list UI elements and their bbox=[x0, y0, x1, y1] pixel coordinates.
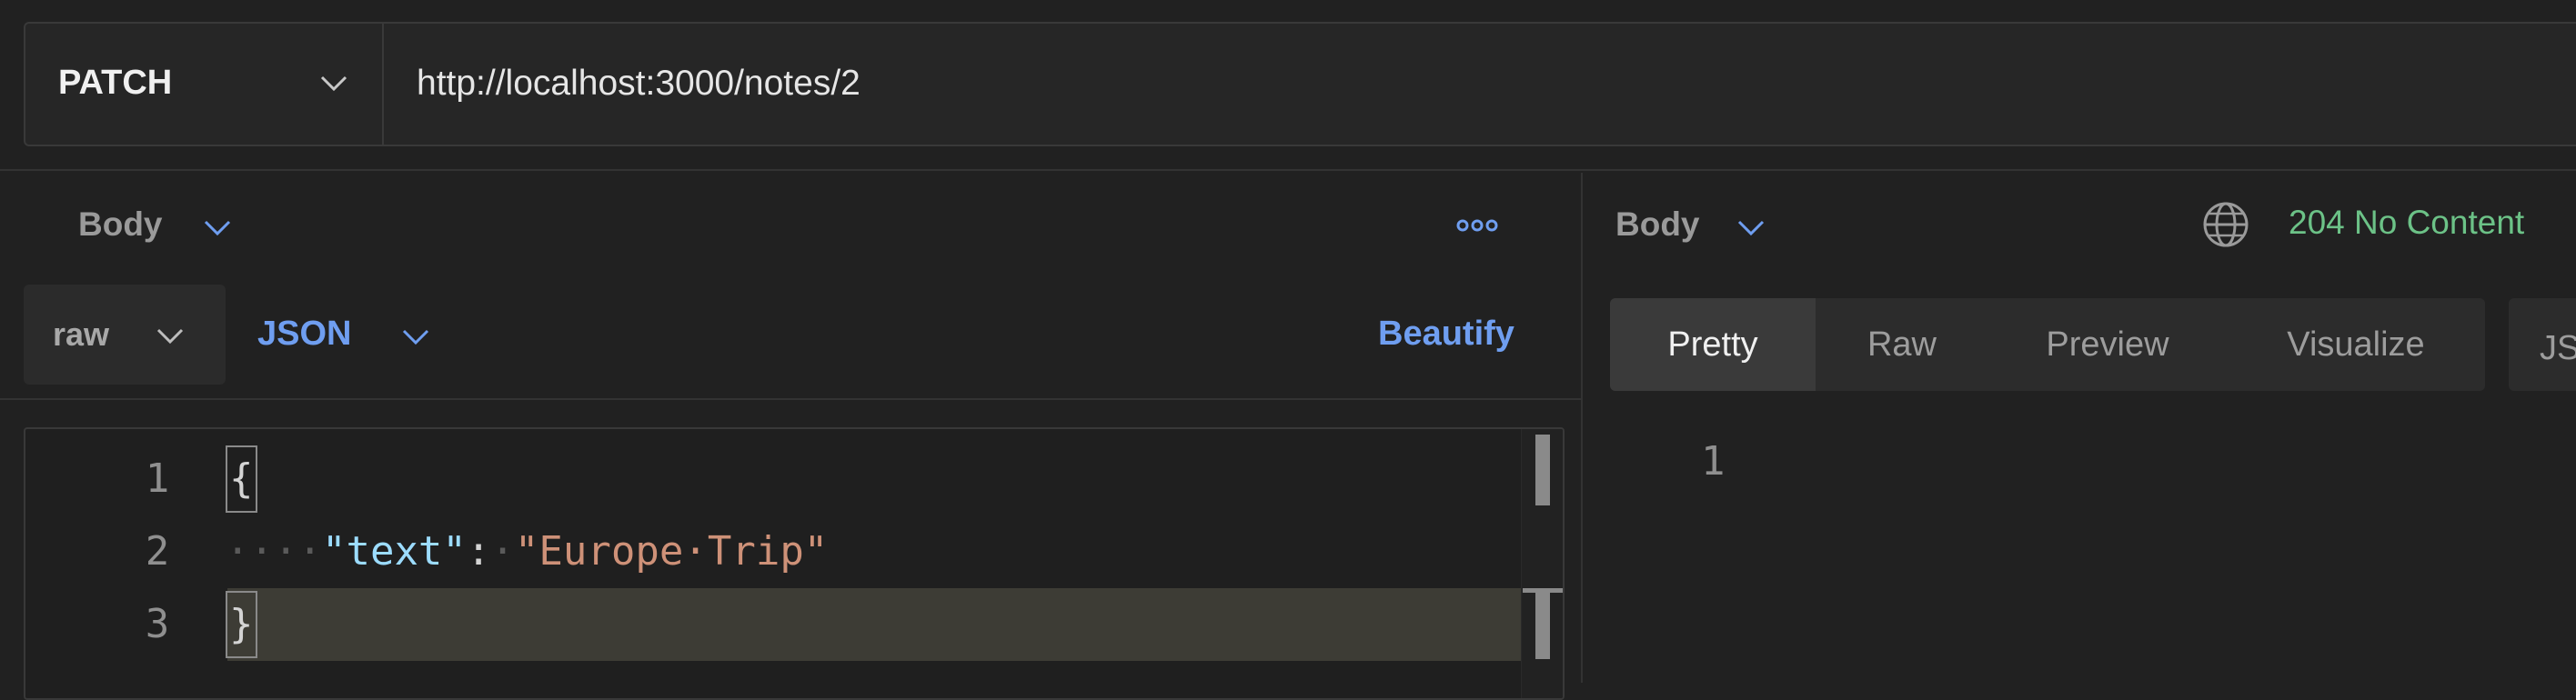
chevron-down-icon[interactable] bbox=[400, 327, 431, 347]
method-select[interactable]: PATCH bbox=[25, 24, 384, 145]
chevron-down-icon bbox=[156, 328, 184, 345]
chevron-down-icon[interactable] bbox=[202, 218, 233, 238]
globe-icon[interactable] bbox=[2201, 200, 2250, 249]
response-format-label: JS bbox=[2540, 329, 2576, 367]
chevron-down-icon bbox=[320, 75, 347, 92]
body-language-select[interactable]: JSON bbox=[257, 315, 351, 354]
tab-raw[interactable]: Raw bbox=[1816, 298, 1988, 391]
url-input[interactable]: http://localhost:3000/notes/2 bbox=[417, 64, 860, 104]
code-line: { bbox=[226, 443, 257, 515]
current-line-highlight bbox=[227, 588, 1546, 661]
json-colon: : bbox=[466, 528, 491, 575]
tab-visualize[interactable]: Visualize bbox=[2227, 298, 2485, 391]
request-body-label: Body bbox=[78, 205, 163, 243]
indent-whitespace: ···· bbox=[226, 528, 322, 575]
line-number: 1 bbox=[145, 455, 170, 502]
space-whitespace: · bbox=[490, 528, 515, 575]
response-body-label: Body bbox=[1615, 205, 1700, 243]
scrollbar-marker bbox=[1535, 588, 1550, 659]
code-line: } bbox=[226, 588, 257, 661]
chevron-down-icon[interactable] bbox=[1736, 218, 1766, 238]
response-status[interactable]: 204 No Content bbox=[2289, 204, 2524, 242]
body-mode-select[interactable]: raw bbox=[24, 285, 226, 385]
response-view-tabs: Pretty Raw Preview Visualize bbox=[1610, 298, 2485, 391]
divider bbox=[0, 398, 1581, 400]
code-editor[interactable]: 1 2 3 { ····"text":·"Europe·Trip" } bbox=[24, 427, 1565, 700]
scrollbar-marker bbox=[1535, 435, 1550, 505]
request-body-pane: Body raw JSON Beautify 1 2 3 { ····"text… bbox=[0, 173, 1581, 700]
line-number: 3 bbox=[145, 601, 170, 647]
code-line: ····"text":·"Europe·Trip" bbox=[226, 515, 828, 588]
body-mode-label: raw bbox=[53, 315, 110, 353]
tab-pretty[interactable]: Pretty bbox=[1610, 298, 1816, 391]
method-label: PATCH bbox=[58, 64, 173, 102]
tab-preview[interactable]: Preview bbox=[1988, 298, 2227, 391]
line-number: 1 bbox=[1701, 438, 1726, 485]
request-bar: PATCH http://localhost:3000/notes/2 bbox=[0, 0, 2576, 171]
line-number: 2 bbox=[145, 528, 170, 575]
close-brace: } bbox=[226, 591, 257, 658]
json-key: "text" bbox=[321, 528, 467, 575]
request-input-group: PATCH http://localhost:3000/notes/2 bbox=[24, 22, 2576, 146]
json-value: "Europe·Trip" bbox=[514, 528, 829, 575]
open-brace: { bbox=[226, 445, 257, 513]
response-pane: Body 204 No Content Pretty Raw Preview V… bbox=[1583, 173, 2576, 683]
beautify-button[interactable]: Beautify bbox=[1378, 315, 1514, 354]
more-horizontal-icon[interactable] bbox=[1455, 216, 1499, 235]
